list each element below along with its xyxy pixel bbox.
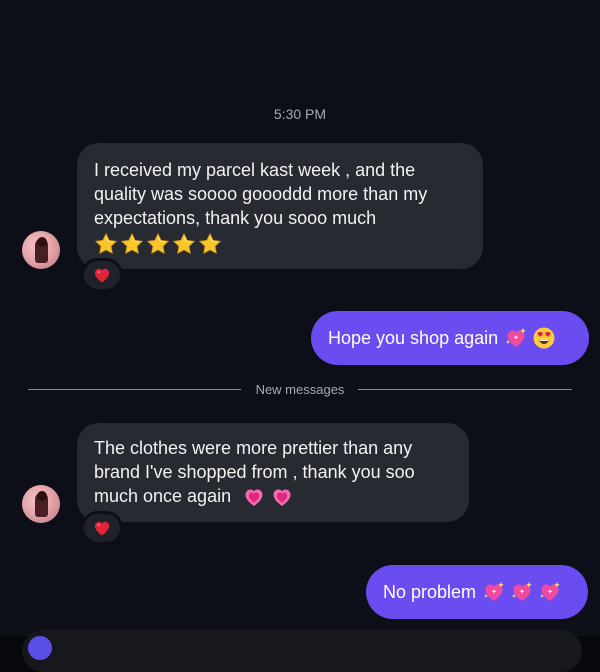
sparkling-heart-icon	[504, 326, 528, 350]
red-heart-icon	[92, 265, 112, 285]
emoji-row	[482, 580, 562, 604]
star-icon	[172, 232, 196, 256]
camera-button[interactable]	[28, 636, 52, 660]
incoming-message-bubble[interactable]: The clothes were more prettier than any …	[77, 423, 469, 522]
heart-reaction[interactable]	[81, 511, 123, 545]
contact-avatar[interactable]	[22, 231, 60, 269]
star-icon	[198, 232, 222, 256]
star-emoji-row	[94, 232, 465, 256]
chat-screen: 5:30 PM I received my parcel kast week ,…	[0, 0, 600, 672]
star-icon	[94, 232, 118, 256]
outgoing-message-bubble[interactable]: No problem	[366, 565, 588, 619]
message-text: No problem	[383, 582, 477, 602]
star-icon	[120, 232, 144, 256]
sparkling-heart-icon	[510, 580, 534, 604]
new-messages-divider: New messages	[0, 380, 600, 400]
message-text: I received my parcel kast week , and the…	[94, 160, 428, 228]
sparkling-heart-icon	[538, 580, 562, 604]
message-text: Hope you shop again	[328, 328, 499, 348]
red-heart-icon	[92, 518, 112, 538]
emoji-row	[242, 485, 294, 509]
message-timestamp: 5:30 PM	[273, 106, 327, 122]
divider-line	[358, 389, 572, 390]
growing-heart-icon	[242, 485, 266, 509]
contact-avatar[interactable]	[22, 485, 60, 523]
message-composer[interactable]	[22, 630, 582, 672]
heart-reaction[interactable]	[81, 258, 123, 292]
growing-heart-icon	[270, 485, 294, 509]
heart-eyes-face-icon	[532, 326, 556, 350]
star-icon	[146, 232, 170, 256]
incoming-message-bubble[interactable]: I received my parcel kast week , and the…	[77, 143, 483, 269]
outgoing-message-bubble[interactable]: Hope you shop again	[311, 311, 589, 365]
sparkling-heart-icon	[482, 580, 506, 604]
emoji-row	[504, 326, 556, 350]
